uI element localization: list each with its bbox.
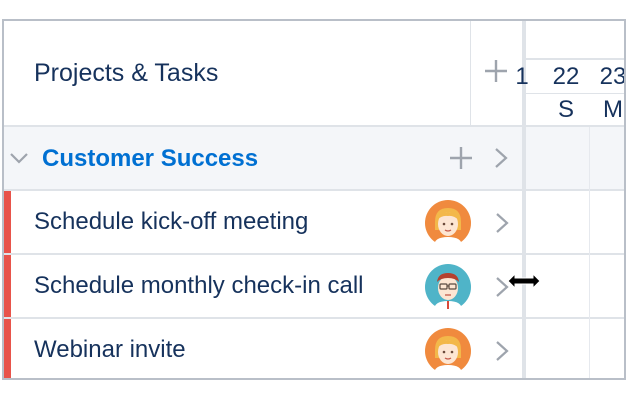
timeline-month-header (526, 21, 624, 60)
date-cell: 23 (599, 62, 626, 90)
task-label[interactable]: Webinar invite (34, 336, 186, 364)
chevron-right-icon[interactable] (493, 210, 511, 236)
task-status-stripe (4, 255, 11, 317)
timeline-row (526, 191, 624, 255)
chevron-right-icon[interactable] (493, 338, 511, 364)
female-avatar-icon (425, 328, 471, 374)
chevron-down-icon[interactable] (8, 147, 30, 169)
day-cell: S (557, 95, 574, 123)
plus-icon[interactable] (448, 145, 474, 171)
task-row[interactable]: Schedule kick-off meeting (4, 191, 522, 255)
day-cell: M (603, 95, 623, 123)
projects-panel: Projects & Tasks Customer Success Schedu (4, 21, 522, 378)
male-avatar-icon (425, 264, 471, 310)
task-row[interactable]: Schedule monthly check-in call (4, 255, 522, 319)
timeline-date-header: 1 22 23 (515, 60, 626, 94)
group-title[interactable]: Customer Success (42, 145, 258, 173)
female-avatar-icon (425, 200, 471, 246)
task-status-stripe (4, 191, 11, 253)
resize-cursor-icon (507, 272, 541, 290)
timeline-column-divider (589, 127, 590, 378)
plus-icon (485, 60, 507, 82)
gantt-frame: Projects & Tasks Customer Success Schedu (2, 19, 626, 380)
date-cell: 22 (552, 62, 580, 90)
group-row-customer-success[interactable]: Customer Success (4, 127, 522, 191)
date-cell: 1 (515, 62, 529, 90)
timeline-panel: 1 22 23 S M (515, 21, 626, 378)
panel-title: Projects & Tasks (34, 59, 219, 87)
add-project-button[interactable] (478, 51, 514, 91)
task-label[interactable]: Schedule monthly check-in call (34, 272, 364, 300)
timeline-group-row (526, 127, 624, 191)
chevron-right-icon[interactable] (491, 145, 511, 171)
timeline-row (526, 319, 624, 378)
task-row[interactable]: Webinar invite (4, 319, 522, 378)
panel-header: Projects & Tasks (4, 21, 522, 127)
task-status-stripe (4, 319, 11, 378)
header-divider (470, 21, 471, 127)
timeline-day-header: S M (526, 94, 624, 127)
task-label[interactable]: Schedule kick-off meeting (34, 208, 308, 236)
